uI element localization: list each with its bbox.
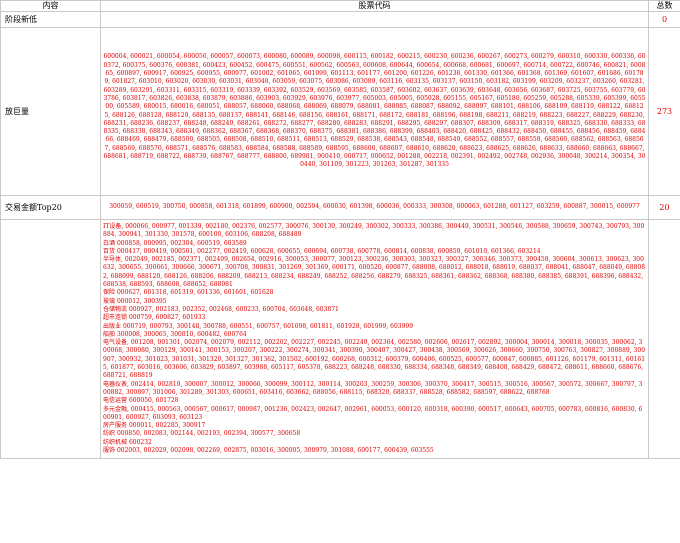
industry-name: 电信运营 bbox=[103, 397, 128, 405]
row-codes bbox=[100, 11, 649, 28]
header-row: 内容 股票代码 总数 bbox=[0, 0, 680, 12]
row-codes: 300059, 600519, 300750, 000858, 601318, … bbox=[100, 195, 649, 220]
industry-name: 出版业 bbox=[103, 322, 122, 330]
row-label: 放巨量 bbox=[0, 27, 101, 196]
table-row: 交易金额Top20 300059, 600519, 300750, 000858… bbox=[0, 195, 680, 220]
industry-codes: IT设备, 000066, 000977, 001339, 002180, 00… bbox=[100, 218, 649, 460]
industry-name: 半导 bbox=[103, 256, 116, 264]
table-row: 放巨量 600004, 600021, 600054, 600056, 6000… bbox=[0, 27, 680, 196]
industry-name: IT设 bbox=[103, 223, 116, 230]
industry-code-list: 000012, 300395 bbox=[116, 297, 167, 305]
industry-code-list: 融, 000415, 000563, 000567, 000617, 00098… bbox=[103, 405, 643, 421]
industry-group: 出版业 000719, 000793, 300148, 300788, 6005… bbox=[103, 323, 646, 331]
industry-group: 纺织 000850, 002083, 002144, 002193, 00239… bbox=[103, 430, 646, 438]
industry-name: 超市连锁 bbox=[103, 314, 128, 322]
row-count: 20 bbox=[648, 195, 680, 220]
industry-group: 白酒 000858, 000995, 002304, 600519, 60358… bbox=[103, 240, 646, 248]
industry-code-list: 000927, 002183, 002352, 002468, 600233, … bbox=[128, 305, 339, 313]
industry-code-list: 000011, 002285, 300917 bbox=[128, 422, 206, 430]
industry-code-list: 000759, 600827, 601933 bbox=[128, 314, 206, 322]
row-count: 0 bbox=[648, 11, 680, 28]
industry-group: 服饰 002003, 002029, 002098, 002269, 00287… bbox=[103, 447, 646, 455]
industry-name: 房产服务 bbox=[103, 422, 128, 430]
industry-code-list: 000850, 002083, 002144, 002193, 002394, … bbox=[116, 430, 301, 438]
industry-group: 电信运营 600050, 601728 bbox=[103, 397, 646, 405]
row-count: 273 bbox=[648, 27, 680, 196]
row-label bbox=[0, 218, 101, 460]
industry-group: 超市连锁 000759, 600827, 601933 bbox=[103, 314, 646, 322]
industry-code-list: 000417, 000419, 000501, 002277, 002419, … bbox=[116, 247, 541, 255]
industry-code-list: 表, 002414, 002819, 300007, 300012, 30006… bbox=[103, 380, 643, 396]
industry-group: 船舶 300008, 300065, 300810, 600482, 60076… bbox=[103, 331, 646, 339]
industry-name: 服饰 bbox=[103, 447, 116, 455]
screen-result-table: 内容 股票代码 总数 阶段新低 0 放巨量 600004, 600021, 60… bbox=[0, 0, 680, 460]
industry-name: 白酒 bbox=[103, 239, 116, 247]
industry-name: 船舶 bbox=[103, 330, 116, 338]
industry-group: 电气设备, 001208, 001301, 002074, 002079, 00… bbox=[103, 339, 646, 380]
industry-group: 多元金融, 000415, 000563, 000567, 000617, 00… bbox=[103, 406, 646, 423]
industry-code-list: 600050, 601728 bbox=[128, 397, 179, 405]
header-codes: 股票代码 bbox=[100, 0, 649, 12]
industry-code-list: 000719, 000793, 300148, 300788, 600551, … bbox=[122, 322, 414, 330]
industry-code-list: 600232 bbox=[128, 438, 152, 446]
industry-group: 纺织机械 600232 bbox=[103, 439, 646, 447]
industry-name: 百货 bbox=[103, 247, 116, 255]
row-codes: 600004, 600021, 600054, 600056, 600057, … bbox=[100, 27, 649, 196]
industry-code-list: 300008, 300065, 300810, 600482, 600764 bbox=[116, 330, 247, 338]
header-total: 总数 bbox=[648, 0, 680, 12]
industry-name: 仓储物流 bbox=[103, 305, 128, 313]
industry-group: 百货 000417, 000419, 000501, 002277, 00241… bbox=[103, 248, 646, 256]
row-label: 交易金额Top20 bbox=[0, 195, 101, 220]
industry-group: 电器仪表, 002414, 002819, 300007, 300012, 30… bbox=[103, 381, 646, 398]
industry-name: 电气设 bbox=[103, 339, 122, 347]
industry-code-list: 体, 002049, 002185, 002371, 002409, 00265… bbox=[103, 256, 646, 289]
industry-name: 电器仪 bbox=[103, 380, 122, 388]
industry-code-list: 000627, 601318, 601319, 601336, 601601, … bbox=[116, 289, 274, 297]
industry-code-list: 000858, 000995, 002304, 600519, 603589 bbox=[116, 239, 247, 247]
row-count bbox=[648, 218, 680, 460]
industry-code-list: 002003, 002029, 002098, 002269, 002875, … bbox=[116, 447, 434, 455]
table-row: 阶段新低 0 bbox=[0, 11, 680, 28]
industry-name: 保险 bbox=[103, 289, 116, 297]
header-content: 内容 bbox=[0, 0, 101, 12]
industry-code-list: 备, 000066, 000977, 001339, 002180, 00237… bbox=[103, 223, 645, 239]
industry-group: IT设备, 000066, 000977, 001339, 002180, 00… bbox=[103, 223, 646, 240]
industry-name: 多元金 bbox=[103, 405, 122, 413]
industry-code-list: 备, 001208, 001301, 002074, 002079, 00211… bbox=[103, 339, 646, 380]
industry-name: 玻璃 bbox=[103, 297, 116, 305]
industry-name: 纺织机械 bbox=[103, 438, 128, 446]
table-row: IT设备, 000066, 000977, 001339, 002180, 00… bbox=[0, 218, 680, 460]
industry-group: 半导体, 002049, 002185, 002371, 002409, 002… bbox=[103, 256, 646, 289]
row-label: 阶段新低 bbox=[0, 11, 101, 28]
industry-group: 保险 000627, 601318, 601319, 601336, 60160… bbox=[103, 289, 646, 297]
industry-name: 纺织 bbox=[103, 430, 116, 438]
industry-group: 玻璃 000012, 300395 bbox=[103, 298, 646, 306]
